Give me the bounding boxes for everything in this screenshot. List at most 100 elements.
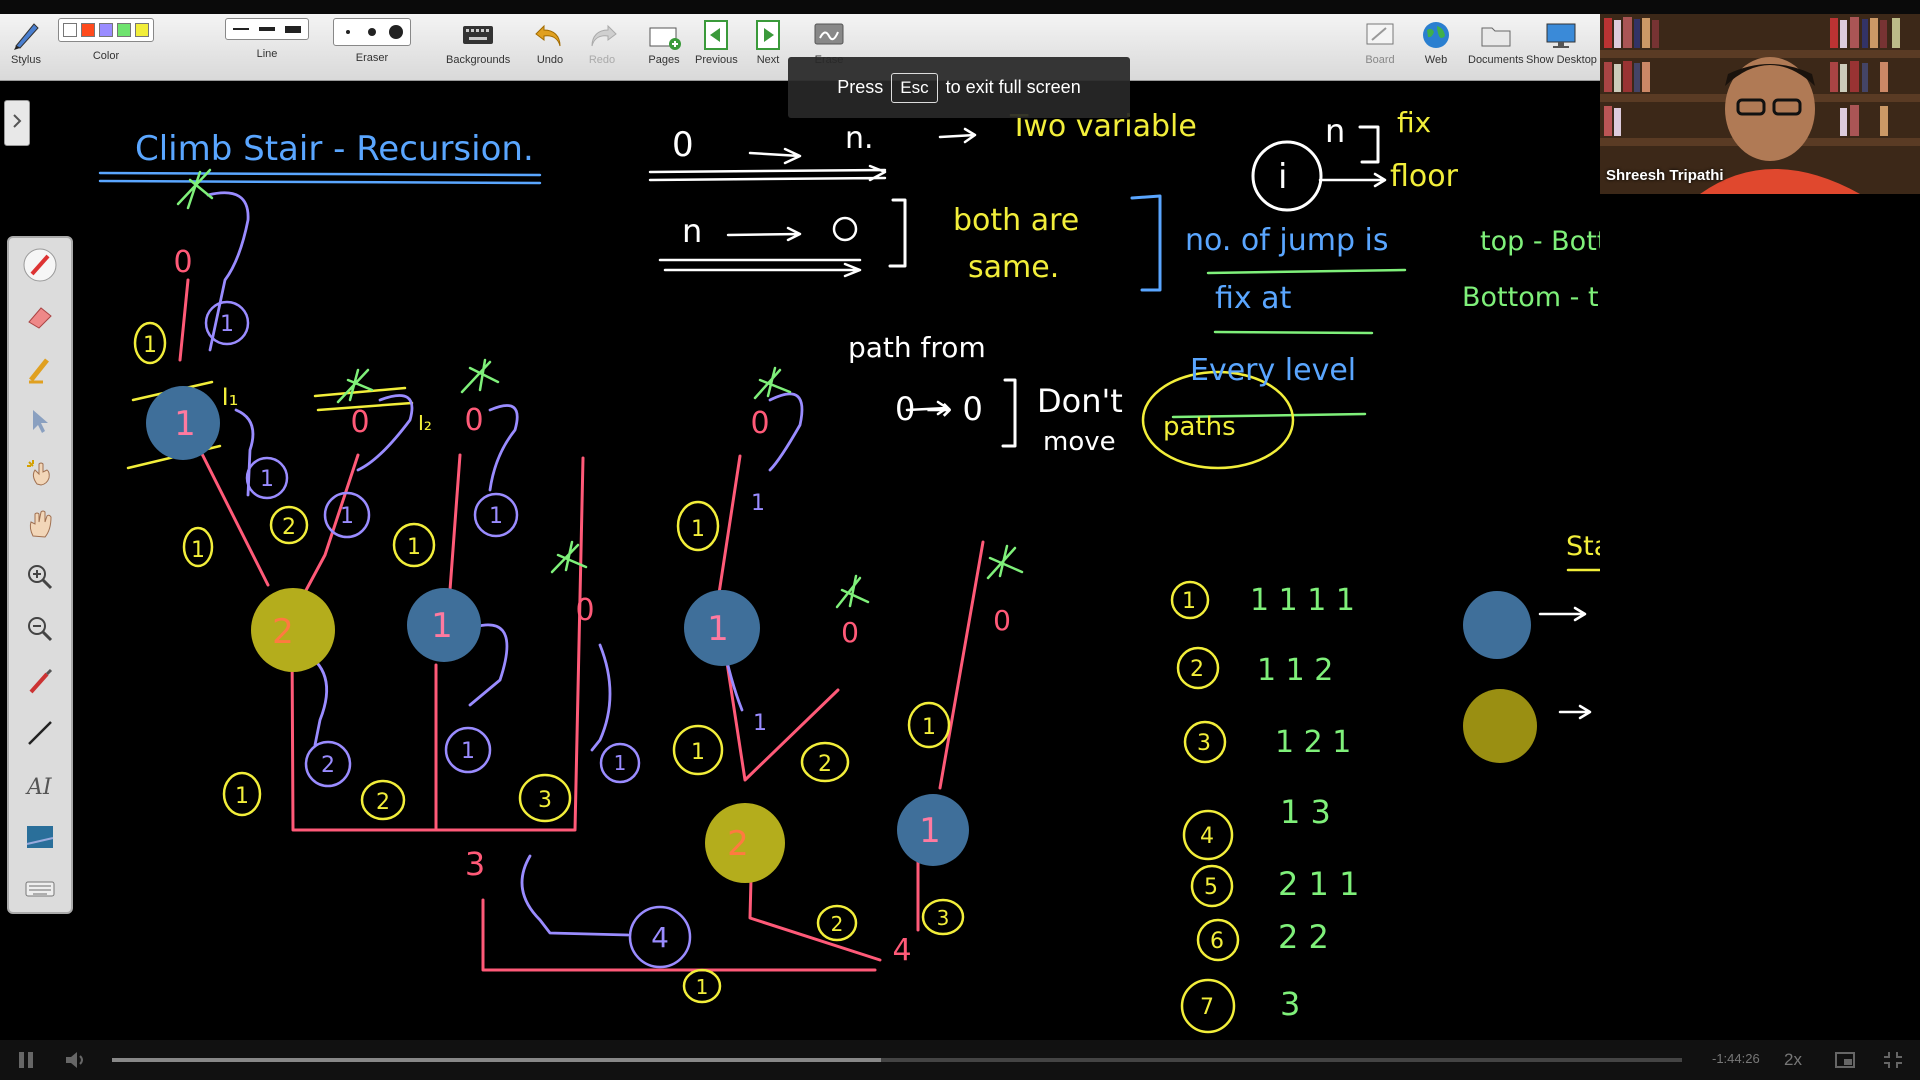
color-label: Color bbox=[92, 50, 120, 62]
keyboard-icon bbox=[463, 26, 494, 44]
documents-label: Documents bbox=[1468, 54, 1524, 66]
globe-icon bbox=[1423, 22, 1449, 48]
redo-icon bbox=[591, 24, 617, 47]
color-swatch-yellow[interactable] bbox=[135, 23, 149, 37]
progress-fill bbox=[112, 1058, 882, 1062]
svg-text:2: 2 bbox=[831, 912, 844, 936]
undo-icon bbox=[535, 24, 561, 47]
svg-text:0: 0 bbox=[750, 406, 769, 441]
path-num-1: 1 bbox=[1182, 589, 1196, 614]
arrow-to-two-variable bbox=[938, 127, 977, 144]
pan-tool[interactable] bbox=[21, 506, 59, 544]
circle-zero bbox=[832, 216, 858, 242]
add-page-icon bbox=[649, 27, 681, 50]
keyboard-tool[interactable] bbox=[21, 870, 59, 908]
line-width-palette[interactable] bbox=[225, 18, 309, 40]
bracket-n-fix bbox=[1358, 125, 1380, 164]
redo-button[interactable]: Redo bbox=[584, 18, 620, 66]
line-tool[interactable]: Line bbox=[225, 18, 309, 60]
stylus-label: Stylus bbox=[11, 54, 41, 66]
previous-page-button[interactable]: Previous bbox=[695, 18, 738, 66]
toast-esc-key: Esc bbox=[891, 72, 938, 103]
redo-label: Redo bbox=[588, 54, 616, 66]
stylus-icon bbox=[14, 23, 39, 50]
progress-track[interactable] bbox=[112, 1058, 1682, 1062]
eraser-medium[interactable] bbox=[362, 23, 382, 41]
svg-text:1: 1 bbox=[751, 491, 765, 516]
documents-button[interactable]: Documents bbox=[1468, 18, 1524, 66]
line-thin[interactable] bbox=[230, 23, 252, 35]
svg-text:1: 1 bbox=[260, 467, 274, 492]
eraser-size-palette[interactable] bbox=[333, 18, 411, 46]
zoom-in-tool[interactable] bbox=[21, 558, 59, 596]
path-seq-4: 1 3 bbox=[1280, 793, 1331, 831]
panel-collapse-handle[interactable] bbox=[4, 100, 30, 146]
highlighter-tool[interactable] bbox=[21, 350, 59, 388]
exit-fullscreen-icon[interactable] bbox=[1882, 1050, 1904, 1070]
svg-text:2: 2 bbox=[282, 515, 296, 540]
label-fix: fix bbox=[1397, 106, 1431, 139]
monitor-icon bbox=[1546, 23, 1576, 48]
color-tool[interactable]: Color bbox=[58, 18, 154, 62]
legend-blue-circle bbox=[1463, 591, 1531, 659]
brush-tool[interactable] bbox=[21, 662, 59, 700]
cursor-arrow-icon bbox=[33, 410, 48, 433]
next-page-button[interactable]: Next bbox=[750, 18, 786, 66]
board-title: Climb Stair - Recursion. bbox=[135, 129, 534, 169]
color-swatch-green[interactable] bbox=[117, 23, 131, 37]
backgrounds-tool[interactable]: Backgrounds bbox=[446, 18, 510, 66]
svg-text:4: 4 bbox=[651, 921, 669, 954]
stylus-tool[interactable]: Stylus bbox=[8, 18, 44, 66]
path-seq-6: 2 2 bbox=[1278, 918, 1329, 956]
undo-label: Undo bbox=[536, 54, 564, 66]
board-button[interactable]: Board bbox=[1362, 18, 1398, 66]
label-same: same. bbox=[968, 250, 1059, 285]
svg-text:1: 1 bbox=[707, 609, 729, 649]
color-swatch-white[interactable] bbox=[63, 23, 77, 37]
highlighter-icon bbox=[29, 358, 49, 384]
previous-label: Previous bbox=[695, 54, 738, 66]
eraser-side-tool[interactable] bbox=[21, 298, 59, 336]
magic-pointer-tool[interactable] bbox=[21, 454, 59, 492]
select-tool[interactable] bbox=[21, 402, 59, 440]
svg-text:0: 0 bbox=[173, 245, 192, 280]
label-n-row2: n bbox=[682, 212, 702, 250]
label-every-level: Every level bbox=[1190, 353, 1356, 388]
pause-icon[interactable] bbox=[16, 1050, 36, 1070]
show-desktop-label: Show Desktop bbox=[1526, 54, 1597, 66]
svg-text:1: 1 bbox=[174, 404, 196, 444]
line-medium[interactable] bbox=[256, 23, 278, 35]
label-path-from: path from bbox=[848, 331, 986, 364]
volume-icon[interactable] bbox=[64, 1050, 86, 1070]
pages-button[interactable]: Pages bbox=[646, 18, 682, 66]
pen-tool[interactable] bbox=[21, 246, 59, 284]
eraser-large[interactable] bbox=[386, 23, 406, 41]
svg-text:1: 1 bbox=[431, 606, 453, 646]
svg-text:0: 0 bbox=[993, 604, 1011, 637]
paths-list-circles bbox=[1170, 580, 1240, 1034]
eraser-small[interactable] bbox=[338, 23, 358, 41]
svg-text:1: 1 bbox=[461, 739, 475, 764]
line-draw-tool[interactable] bbox=[21, 714, 59, 752]
bracket-blue bbox=[1130, 194, 1162, 292]
line-thick[interactable] bbox=[282, 23, 304, 35]
path-num-4: 4 bbox=[1200, 824, 1214, 849]
zoom-out-tool[interactable] bbox=[21, 610, 59, 648]
label-top-n: n. bbox=[845, 121, 874, 156]
color-swatch-purple[interactable] bbox=[99, 23, 113, 37]
eraser-tool[interactable]: Eraser bbox=[333, 18, 411, 64]
time-remaining: -1:44:26 bbox=[1712, 1051, 1760, 1066]
web-button[interactable]: Web bbox=[1418, 18, 1454, 66]
playback-speed-button[interactable]: 2x bbox=[1784, 1050, 1802, 1070]
whiteboard-canvas[interactable]: 1 2 1 1 2 1 0 0 0 0 0 0 0 3 4 I₁ I₂ 1 1 … bbox=[0, 80, 1600, 1040]
backgrounds-label: Backgrounds bbox=[446, 54, 511, 66]
color-swatch-red[interactable] bbox=[81, 23, 95, 37]
picture-in-picture-icon[interactable] bbox=[1834, 1050, 1856, 1070]
label-path-zero: 0 → 0 bbox=[895, 390, 983, 428]
screen-capture-tool[interactable] bbox=[21, 818, 59, 856]
undo-button[interactable]: Undo bbox=[532, 18, 568, 66]
text-tool[interactable]: AI bbox=[21, 766, 59, 804]
show-desktop-button[interactable]: Show Desktop bbox=[1526, 18, 1597, 66]
svg-text:2: 2 bbox=[321, 753, 335, 778]
color-palette[interactable] bbox=[58, 18, 154, 42]
